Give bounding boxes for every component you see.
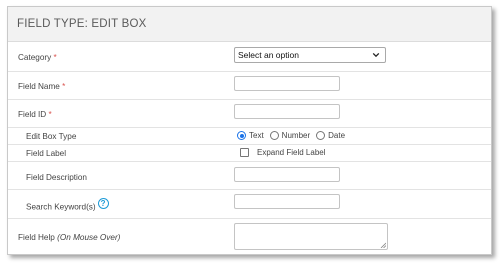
field-name-label: Field Name * (18, 82, 66, 91)
category-selected-value: Select an option (238, 50, 299, 60)
edit-box-type-label: Edit Box Type (26, 132, 77, 141)
required-marker: * (48, 110, 52, 119)
field-help-textarea[interactable] (234, 223, 388, 250)
row-field-description: Field Description (8, 162, 491, 190)
panel-title: FIELD TYPE: EDIT BOX (17, 18, 147, 30)
required-marker: * (62, 82, 66, 91)
expand-field-label-checkbox[interactable] (240, 148, 249, 157)
panel-header: FIELD TYPE: EDIT BOX (8, 7, 491, 42)
resize-grip-icon[interactable] (380, 242, 386, 248)
field-description-input[interactable] (234, 167, 340, 182)
field-type-panel: FIELD TYPE: EDIT BOX Category * Select a… (7, 6, 492, 255)
row-field-id: Field ID * (8, 100, 491, 128)
row-search-keywords: Search Keyword(s)? (8, 190, 491, 219)
category-label: Category * (18, 53, 57, 62)
row-field-name: Field Name * (8, 72, 491, 100)
help-circle-icon[interactable]: ? (97, 198, 109, 209)
field-name-input[interactable] (234, 76, 340, 91)
edit-box-type-radio-group: Text Number Date (237, 131, 351, 140)
radio-option-text[interactable]: Text (237, 131, 264, 140)
radio-option-number[interactable]: Number (269, 131, 310, 140)
radio-text[interactable] (237, 131, 246, 140)
row-field-label: Field Label Expand Field Label (8, 145, 491, 162)
row-category: Category * Select an option (8, 42, 491, 72)
field-help-label: Field Help (On Mouse Over) (18, 233, 121, 242)
category-select[interactable]: Select an option (234, 47, 386, 63)
field-description-label: Field Description (26, 173, 87, 182)
expand-field-label-option[interactable]: Expand Field Label (240, 148, 326, 157)
required-marker: * (53, 53, 57, 62)
field-label-label: Field Label (26, 149, 67, 158)
expand-field-label-text: Expand Field Label (257, 148, 326, 157)
radio-date[interactable] (316, 131, 326, 140)
chevron-down-icon (372, 52, 380, 58)
radio-option-date[interactable]: Date (316, 131, 345, 140)
field-help-note: (On Mouse Over) (57, 233, 121, 242)
field-id-label: Field ID * (18, 110, 52, 119)
search-keywords-input[interactable] (234, 194, 340, 209)
search-keywords-label: Search Keyword(s)? (26, 198, 109, 213)
radio-number[interactable] (269, 131, 279, 140)
field-id-input[interactable] (234, 104, 340, 119)
row-edit-box-type: Edit Box Type Text Number Date (8, 128, 491, 145)
row-field-help: Field Help (On Mouse Over) (8, 219, 491, 254)
